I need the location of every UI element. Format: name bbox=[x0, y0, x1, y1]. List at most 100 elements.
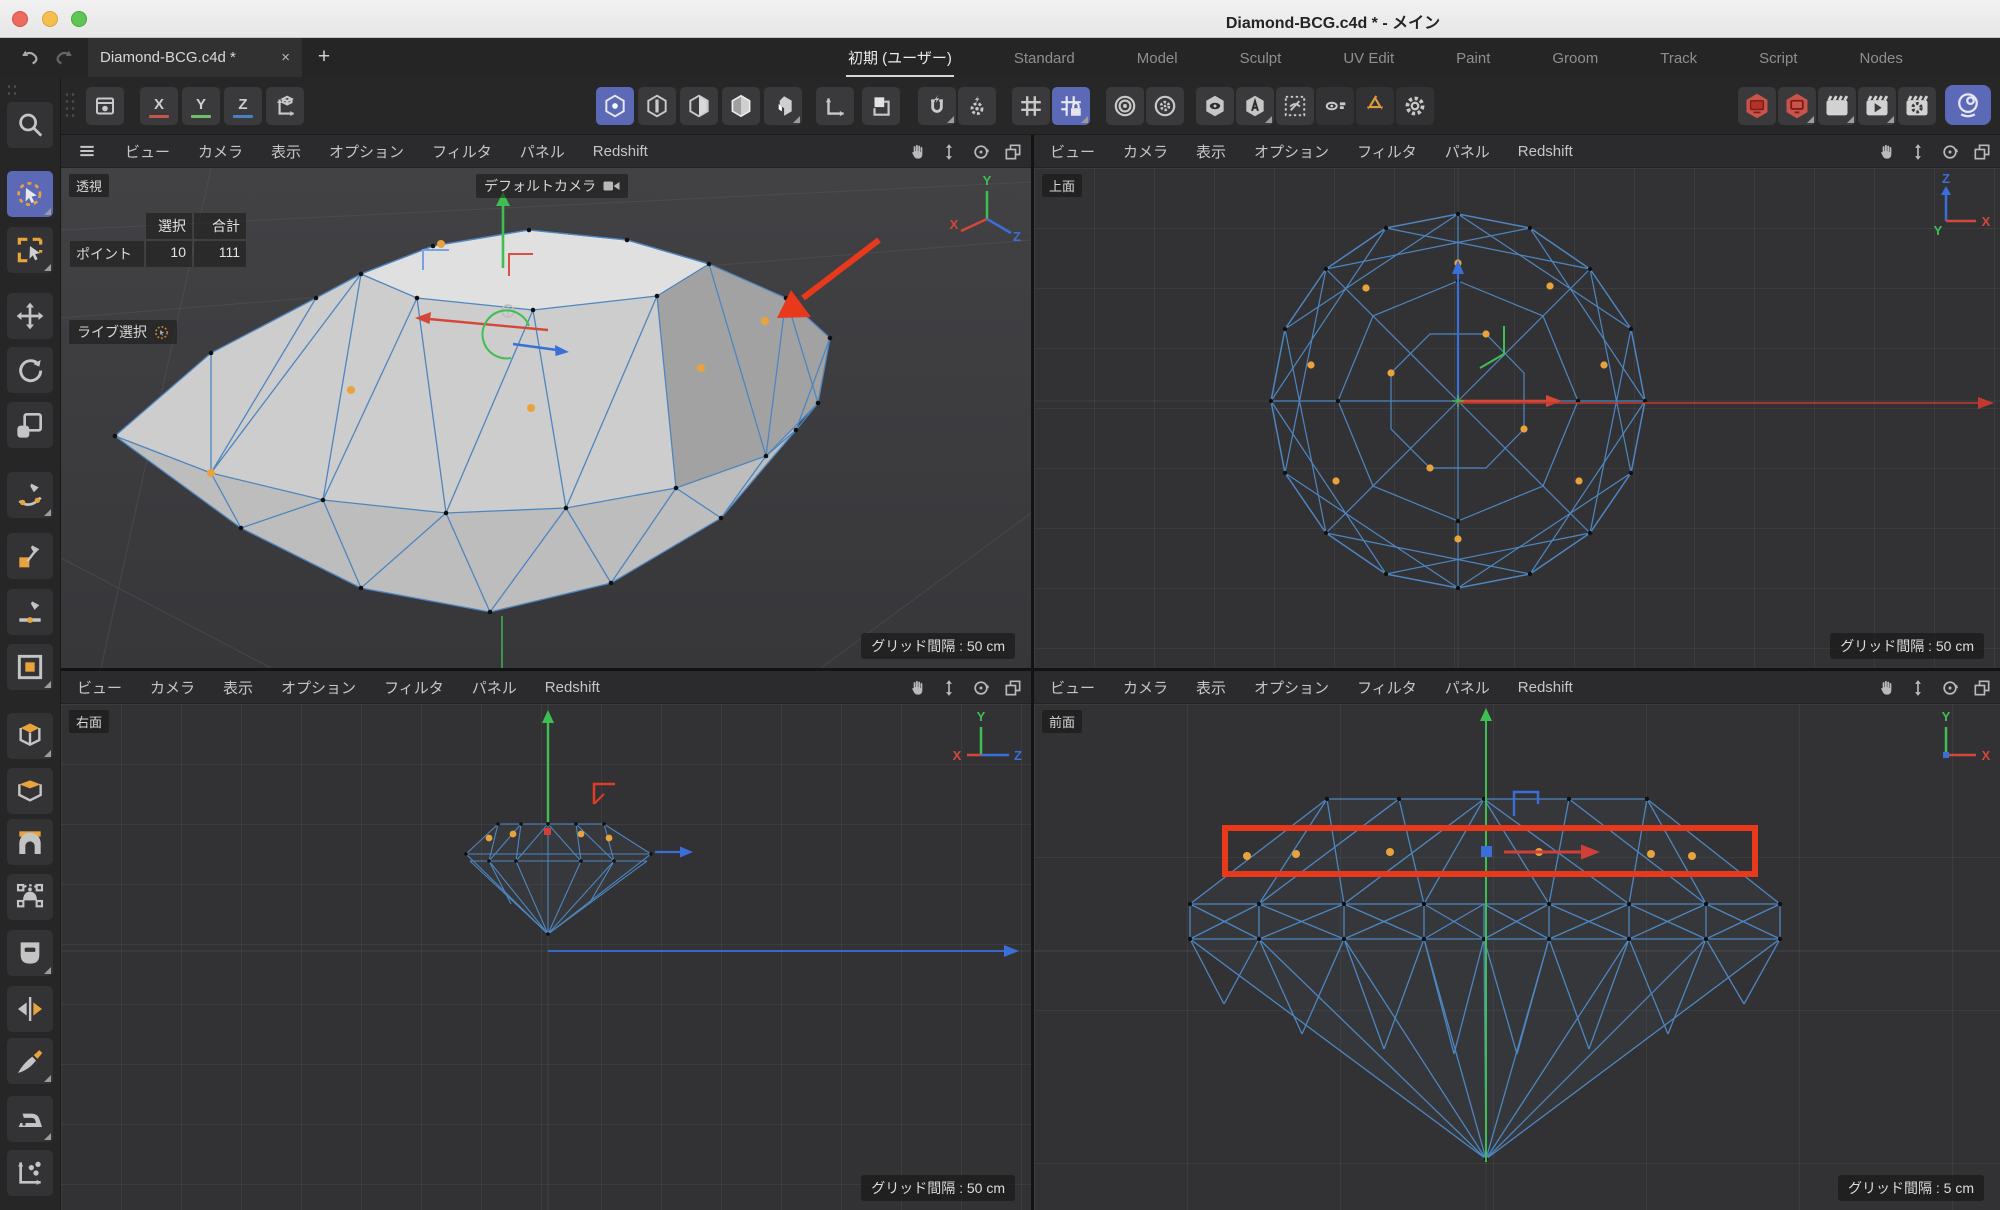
menu-panel[interactable]: パネル bbox=[472, 677, 517, 698]
visibility-button[interactable] bbox=[1196, 87, 1234, 125]
rotate-view-icon[interactable] bbox=[971, 142, 991, 162]
document-tab[interactable]: Diamond-BCG.c4d * × bbox=[88, 38, 302, 77]
rotate-tool[interactable] bbox=[7, 347, 53, 393]
menu-view[interactable]: ビュー bbox=[77, 677, 122, 698]
menu-camera[interactable]: カメラ bbox=[150, 677, 195, 698]
select-hidden-button[interactable] bbox=[1276, 87, 1314, 125]
pan-hand-icon[interactable] bbox=[907, 678, 927, 698]
rotate-view-icon[interactable] bbox=[971, 678, 991, 698]
menu-redshift[interactable]: Redshift bbox=[593, 143, 648, 160]
soft-selection-tool[interactable] bbox=[7, 874, 53, 920]
menu-redshift[interactable]: Redshift bbox=[1518, 679, 1573, 696]
viewport-perspective-canvas[interactable]: 透視 デフォルトカメラ 選択合計 ポイント10111 ライブ選択 Y X Z bbox=[61, 168, 1031, 668]
points-mode-button[interactable] bbox=[596, 87, 634, 125]
extrude-inner-tool[interactable] bbox=[7, 768, 53, 814]
options-gear-button[interactable] bbox=[1396, 87, 1434, 125]
menu-camera[interactable]: カメラ bbox=[198, 141, 243, 162]
lock-z-axis-button[interactable]: Z bbox=[224, 87, 262, 125]
camera-label[interactable]: デフォルトカメラ bbox=[476, 174, 628, 198]
menu-redshift[interactable]: Redshift bbox=[545, 679, 600, 696]
layout-tab-track[interactable]: Track bbox=[1658, 41, 1699, 74]
redo-button[interactable] bbox=[52, 45, 78, 71]
spline-pen-tool[interactable] bbox=[7, 472, 53, 518]
layout-tab-nodes[interactable]: Nodes bbox=[1858, 41, 1905, 74]
edges-mode-button[interactable] bbox=[638, 87, 676, 125]
viewport-front-canvas[interactable]: 前面 Y X グリッド間隔 : 5 cm bbox=[1034, 704, 2000, 1210]
menu-redshift[interactable]: Redshift bbox=[1518, 143, 1573, 160]
rings-button[interactable] bbox=[1106, 87, 1144, 125]
tweak-frame-tool[interactable] bbox=[7, 644, 53, 690]
bridge-tool[interactable] bbox=[7, 819, 53, 865]
lock-x-axis-button[interactable]: X bbox=[140, 87, 178, 125]
edit-render-settings-button[interactable] bbox=[1818, 87, 1856, 125]
render-settings-button[interactable] bbox=[1898, 87, 1936, 125]
render-picture-viewer-button[interactable] bbox=[1778, 87, 1816, 125]
viewport-top-canvas[interactable]: 上面 Z X Y グリッド間隔 : 50 cm bbox=[1034, 168, 2000, 668]
snap-settings-button[interactable] bbox=[958, 87, 996, 125]
zoom-view-icon[interactable] bbox=[939, 678, 959, 698]
pan-hand-icon[interactable] bbox=[1876, 142, 1896, 162]
ring-settings-button[interactable] bbox=[1146, 87, 1184, 125]
viewport-right-canvas[interactable]: 右面 Y X Z グリッド間隔 : 50 cm bbox=[61, 704, 1031, 1210]
viewport-layout-button[interactable] bbox=[86, 87, 124, 125]
iron-tool[interactable] bbox=[7, 1096, 53, 1142]
menu-filter[interactable]: フィルタ bbox=[432, 141, 492, 162]
toolbar-drag-handle[interactable] bbox=[64, 91, 76, 121]
enable-axis-button[interactable] bbox=[816, 87, 854, 125]
layout-tab-script[interactable]: Script bbox=[1757, 41, 1799, 74]
close-tab-button[interactable]: × bbox=[281, 49, 290, 66]
snap-toggle-button[interactable] bbox=[918, 87, 956, 125]
zoom-window-button[interactable] bbox=[71, 11, 87, 27]
zoom-view-icon[interactable] bbox=[939, 142, 959, 162]
quantize-grid-button[interactable] bbox=[1052, 87, 1090, 125]
menu-view[interactable]: ビュー bbox=[1050, 677, 1095, 698]
menu-display[interactable]: 表示 bbox=[271, 141, 301, 162]
menu-panel[interactable]: パネル bbox=[1445, 677, 1490, 698]
weld-tool[interactable] bbox=[7, 930, 53, 976]
menu-filter[interactable]: フィルタ bbox=[1357, 141, 1417, 162]
menu-panel[interactable]: パネル bbox=[1445, 141, 1490, 162]
coordinate-system-button[interactable] bbox=[266, 87, 304, 125]
layout-tab-standard[interactable]: Standard bbox=[1012, 41, 1077, 74]
layout-tab-paint[interactable]: Paint bbox=[1454, 41, 1492, 74]
workplane-button[interactable] bbox=[862, 87, 900, 125]
scale-tool[interactable] bbox=[7, 402, 53, 448]
lock-y-axis-button[interactable]: Y bbox=[182, 87, 220, 125]
new-tab-button[interactable]: + bbox=[310, 43, 338, 71]
layout-tab-startup[interactable]: 初期 (ユーザー) bbox=[846, 38, 954, 77]
model-mode-button[interactable] bbox=[722, 87, 760, 125]
layout-tab-groom[interactable]: Groom bbox=[1550, 41, 1600, 74]
zoom-view-icon[interactable] bbox=[1908, 678, 1928, 698]
menu-display[interactable]: 表示 bbox=[1196, 677, 1226, 698]
extrude-tool[interactable] bbox=[7, 713, 53, 759]
menu-view[interactable]: ビュー bbox=[1050, 141, 1095, 162]
menu-options[interactable]: オプション bbox=[281, 677, 356, 698]
menu-filter[interactable]: フィルタ bbox=[1357, 677, 1417, 698]
polygons-mode-button[interactable] bbox=[680, 87, 718, 125]
zoom-view-icon[interactable] bbox=[1908, 142, 1928, 162]
menu-filter[interactable]: フィルタ bbox=[384, 677, 444, 698]
menu-view[interactable]: ビュー bbox=[125, 141, 170, 162]
menu-display[interactable]: 表示 bbox=[223, 677, 253, 698]
capture-button[interactable] bbox=[1945, 85, 1991, 125]
menu-camera[interactable]: カメラ bbox=[1123, 141, 1168, 162]
maximize-view-icon[interactable] bbox=[1972, 142, 1992, 162]
layout-tab-model[interactable]: Model bbox=[1135, 41, 1180, 74]
menu-camera[interactable]: カメラ bbox=[1123, 677, 1168, 698]
pan-hand-icon[interactable] bbox=[1876, 678, 1896, 698]
menu-panel[interactable]: パネル bbox=[520, 141, 565, 162]
maximize-view-icon[interactable] bbox=[1003, 142, 1023, 162]
layout-tab-uvedit[interactable]: UV Edit bbox=[1341, 41, 1396, 74]
menu-options[interactable]: オプション bbox=[1254, 141, 1329, 162]
render-queue-button[interactable] bbox=[1858, 87, 1896, 125]
maximize-view-icon[interactable] bbox=[1972, 678, 1992, 698]
live-selection-tool[interactable] bbox=[7, 171, 53, 217]
menu-options[interactable]: オプション bbox=[329, 141, 404, 162]
grid-toggle-button[interactable] bbox=[1012, 87, 1050, 125]
object-mode-button[interactable] bbox=[764, 87, 802, 125]
move-tool[interactable] bbox=[7, 293, 53, 339]
active-point-handle[interactable] bbox=[1481, 846, 1492, 857]
rectangle-selection-tool[interactable] bbox=[7, 227, 53, 273]
layout-tab-sculpt[interactable]: Sculpt bbox=[1238, 41, 1284, 74]
pan-hand-icon[interactable] bbox=[907, 142, 927, 162]
